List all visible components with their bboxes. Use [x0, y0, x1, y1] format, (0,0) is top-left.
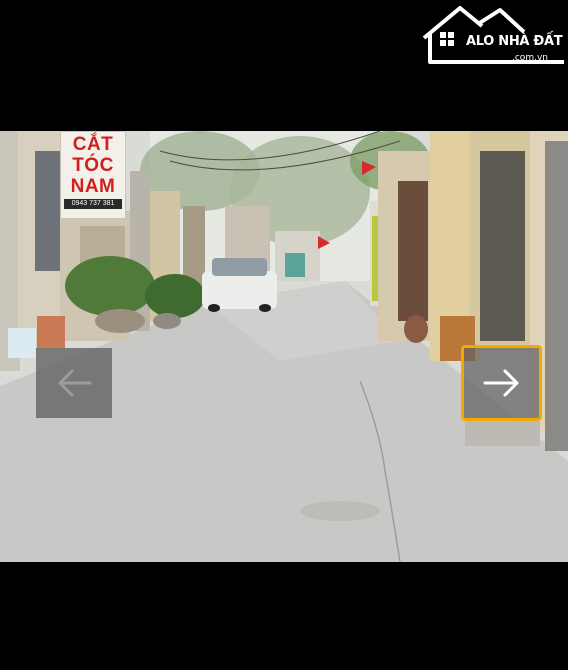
shop-sign-phone: 0943 737 381 [64, 199, 122, 209]
arrow-left-icon [58, 369, 92, 397]
watermark-logo: ALO NHÀ ĐẤT .com.vn [420, 2, 566, 64]
watermark-brand: ALO NHÀ ĐẤT [466, 34, 563, 49]
watermark-domain: .com.vn [512, 53, 548, 63]
shop-sign-line-3: NAM [70, 176, 116, 197]
previous-image-button[interactable] [36, 348, 112, 418]
shop-sign: CẮT TÓC NAM 0943 737 381 [60, 131, 126, 219]
image-viewer: ALO NHÀ ĐẤT .com.vn CẮT TÓC NAM 0943 737… [0, 0, 568, 670]
shop-sign-line-2: TÓC [72, 155, 114, 176]
arrow-right-icon [483, 369, 518, 397]
next-image-button[interactable] [461, 345, 542, 421]
shop-sign-line-1: CẮT [72, 134, 114, 155]
